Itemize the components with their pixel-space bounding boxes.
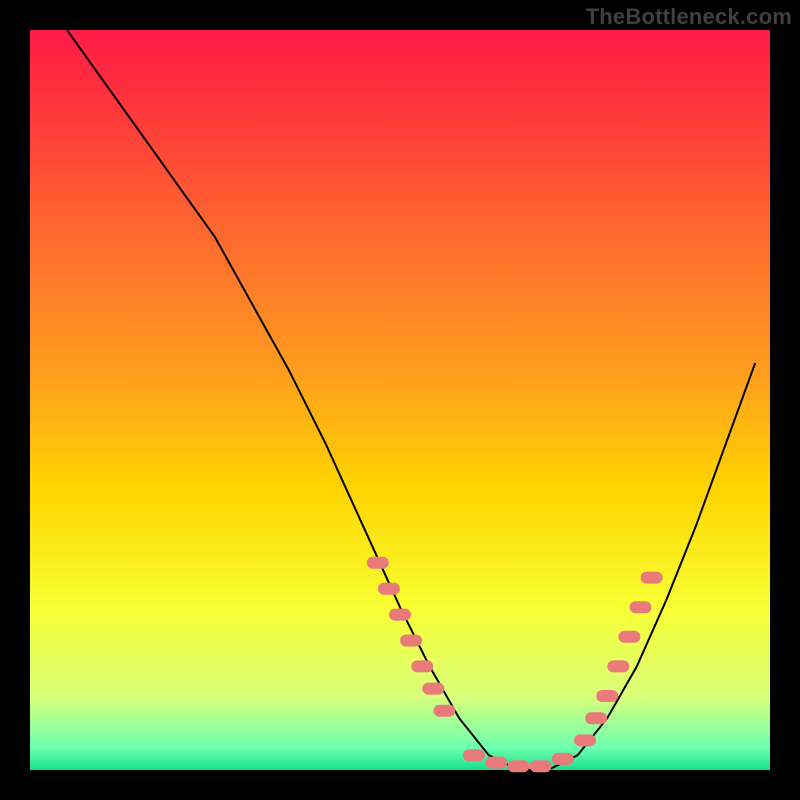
chart-stage: { "watermark": "TheBottleneck.com", "gra… [0, 0, 800, 800]
marker-point [507, 760, 529, 772]
marker-point [433, 705, 455, 717]
watermark-text: TheBottleneck.com [586, 4, 792, 30]
marker-point [585, 712, 607, 724]
marker-point [411, 660, 433, 672]
marker-point [422, 683, 444, 695]
marker-point [618, 631, 640, 643]
marker-point [485, 757, 507, 769]
chart-svg [0, 0, 800, 800]
marker-point [463, 749, 485, 761]
marker-point [596, 690, 618, 702]
marker-point [530, 760, 552, 772]
marker-point [552, 753, 574, 765]
marker-point [607, 660, 629, 672]
marker-point [378, 583, 400, 595]
marker-point [367, 557, 389, 569]
marker-point [641, 572, 663, 584]
marker-point [630, 601, 652, 613]
marker-point [574, 734, 596, 746]
marker-point [389, 609, 411, 621]
plot-background [30, 30, 770, 770]
marker-point [400, 635, 422, 647]
